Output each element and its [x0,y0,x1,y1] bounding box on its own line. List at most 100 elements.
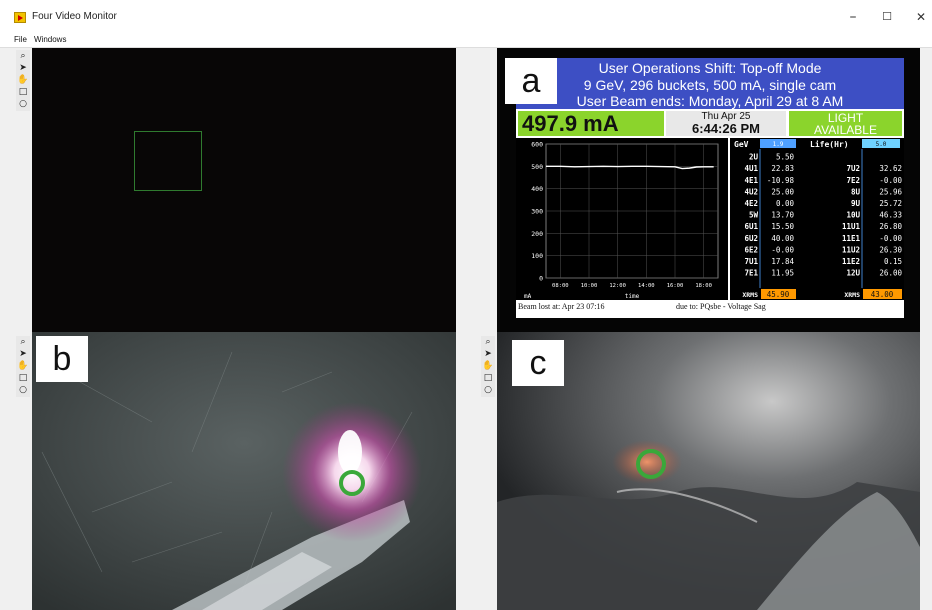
chart-y-tick-label: 600 [531,141,543,149]
table-left-row-value: 13.70 [771,211,794,220]
table-left-row-value: 40.00 [771,234,794,243]
chart-y-tick-label: 500 [531,163,543,171]
panel-label-a: a [505,58,557,104]
beam-lost-cause-text: due to: PQsbe - Voltage Sag [676,302,766,311]
table-right-row-value: 25.72 [879,199,902,208]
oval-tool-icon[interactable]: ○ [482,385,494,396]
table-right-row-name: 10U [846,211,860,220]
table-left-row-value: 15.50 [771,222,794,231]
title-bar[interactable]: Four Video Monitor – ☐ ✕ [0,0,932,34]
status-mode-line: User Operations Shift: Top-off Mode [598,60,822,76]
table-right-row-value: 25.96 [879,187,902,196]
status-time: 6:44:26 PM [692,121,760,136]
zoom-tool-icon[interactable]: ⌕ [17,51,29,62]
video-pane-status-display[interactable]: User Operations Shift: Top-off Mode 9 Ge… [497,48,920,332]
toolstrip-bottom-right: ⌕ ➤ ✋ □ ○ [481,336,495,397]
video-pane-bottom-right[interactable]: c [497,332,920,610]
table-xrms-label-left: XRMS [742,291,758,299]
status-config-line: 9 GeV, 296 buckets, 500 mA, single cam [583,76,837,93]
toolstrip-bottom-left: ⌕ ➤ ✋ □ ○ [16,336,30,397]
beam-current-chart: 0 100 200 300 400 500 600 08:00 10:00 12:00 14:00 1… [516,138,728,300]
table-right-row-name: 11E2 [842,257,860,266]
table-right-row-name: 7U2 [846,164,860,173]
menu-file[interactable]: File [14,35,27,44]
chart-x-tick-label: 16:00 [667,283,684,289]
table-left-row-name: 4U2 [744,187,758,196]
table-right-header: Life(Hr) [810,139,849,149]
table-right-row-name: 8U [851,187,861,196]
table-left-row-name: 5W [749,211,759,220]
toolstrip-top-left: ⌕ ➤ ✋ □ ○ [16,50,30,111]
table-left-row-value: 5.50 [776,153,795,162]
beam-lost-text: Beam lost at: Apr 23 07:16 [518,302,605,311]
chart-x-axis-label: time [625,293,640,300]
table-left-header: GeV [734,140,749,149]
oval-tool-icon[interactable]: ○ [17,385,29,396]
table-right-row-value: 46.33 [879,211,902,220]
table-left-row-name: 7E1 [744,269,758,278]
pointer-tool-icon[interactable]: ➤ [482,349,494,360]
menu-bar: File Windows [0,34,932,48]
panel-label-c: c [512,340,564,386]
beamline-table-svg: GeV 1.9 Life(Hr) 5.0 2U 5.50 4U1 22.83 4E1 -10.98… [730,138,904,300]
table-left-row-name: 4E2 [744,199,758,208]
table-left-row-name: 6E2 [744,245,758,254]
zoom-tool-icon[interactable]: ⌕ [482,337,494,348]
rectangle-tool-icon[interactable]: □ [482,373,494,384]
zoom-tool-icon[interactable]: ⌕ [17,337,29,348]
operations-status-screen: User Operations Shift: Top-off Mode 9 Ge… [516,58,904,318]
table-right-row-name: 11E1 [842,234,861,243]
roi-rectangle[interactable] [134,131,202,191]
table-right-row-name: 7E2 [846,176,860,185]
maximize-button[interactable]: ☐ [876,8,898,26]
table-left-row-value: -0.00 [771,245,794,254]
close-button[interactable]: ✕ [910,8,932,26]
table-xrms-value-right: 43.00 [871,290,894,299]
chart-x-tick-label: 08:00 [552,283,569,289]
available-label: AVAILABLE [814,123,877,137]
table-right-row-value: 0.15 [884,257,902,266]
chart-x-tick-label: 12:00 [609,283,626,289]
chart-y-tick-label: 300 [531,208,543,216]
pointer-tool-icon[interactable]: ➤ [17,349,29,360]
rectangle-tool-icon[interactable]: □ [17,373,29,384]
pan-hand-tool-icon[interactable]: ✋ [482,361,494,372]
oval-tool-icon[interactable]: ○ [17,99,29,110]
window-title: Four Video Monitor [32,11,117,22]
table-right-row-name: 9U [851,199,861,208]
pointer-tool-icon[interactable]: ➤ [17,63,29,74]
table-right-row-value: 26.30 [879,245,902,254]
video-pane-top-left[interactable] [32,48,456,332]
table-right-row-value: 32.62 [879,164,902,173]
table-left-row-name: 7U1 [744,257,758,266]
rectangle-tool-icon[interactable]: □ [17,87,29,98]
table-left-row-name: 6U2 [744,234,758,243]
camera-image-b [32,332,456,610]
table-left-row-name: 2U [749,153,759,162]
chart-y-axis-label: mA [524,293,532,300]
menu-windows[interactable]: Windows [34,35,66,44]
status-header: User Operations Shift: Top-off Mode 9 Ge… [516,58,904,109]
table-right-row-value: -0.00 [879,176,902,185]
pan-hand-tool-icon[interactable]: ✋ [17,75,29,86]
panel-label-b: b [36,336,88,382]
table-left-row-name: 6U1 [744,222,758,231]
chart-y-tick-label: 200 [531,230,543,238]
light-available-badge: LIGHT AVAILABLE [789,111,902,136]
table-right-header-value: 5.0 [876,141,887,148]
chart-x-tick-label: 18:00 [695,283,712,289]
table-left-row-value: -10.98 [767,176,795,185]
table-left-row-value: 17.84 [771,257,794,266]
pan-hand-tool-icon[interactable]: ✋ [17,361,29,372]
table-left-header-value: 1.9 [773,141,784,148]
chart-x-tick-label: 14:00 [638,283,655,289]
chart-y-tick-label: 100 [531,252,543,260]
app-window: Four Video Monitor – ☐ ✕ File Windows ⌕ … [0,0,932,610]
app-icon [14,12,26,23]
minimize-button[interactable]: – [842,8,864,26]
table-right-row-name: 12U [846,269,860,278]
video-pane-bottom-left[interactable]: b [32,332,456,610]
table-right-row-value: 26.00 [879,269,902,278]
table-left-row-value: 0.00 [776,199,795,208]
table-xrms-value-left: 45.90 [767,290,790,299]
